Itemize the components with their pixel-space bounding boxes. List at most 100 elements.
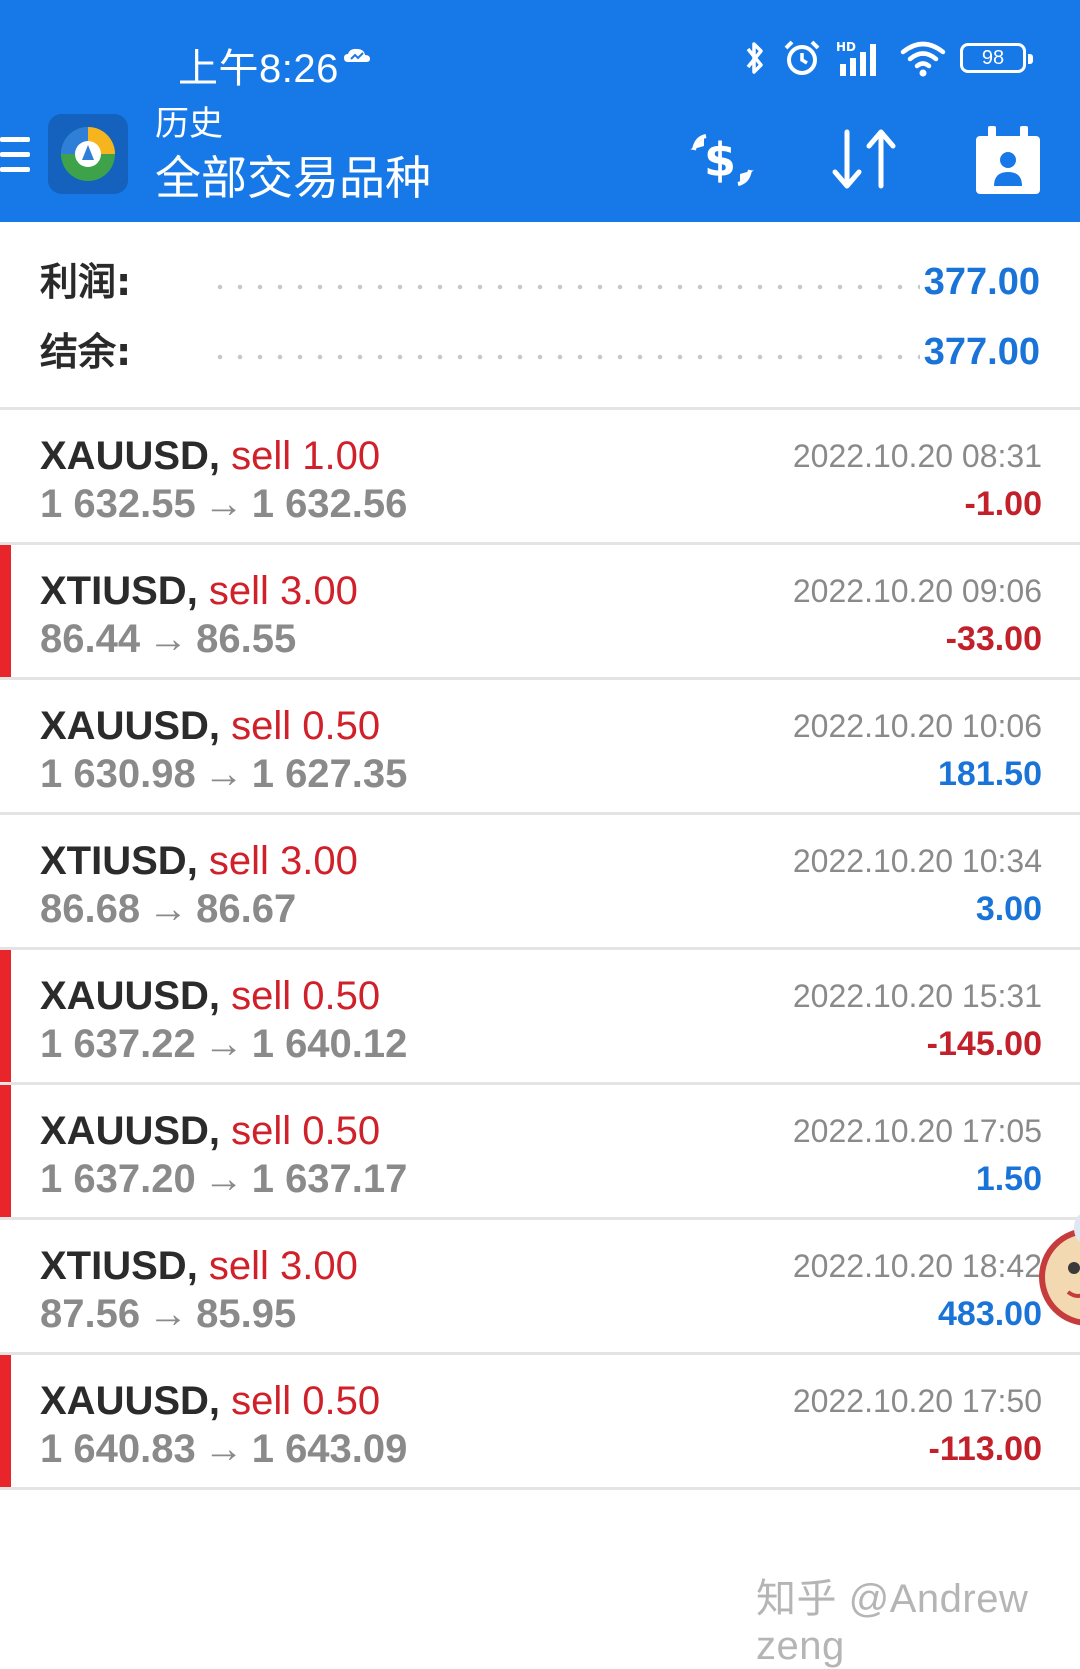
- open-price: 86.68: [40, 887, 141, 931]
- trade-time: 2022.10.20 15:31: [792, 978, 1042, 1014]
- profit-value: 377.00: [923, 261, 1040, 303]
- trade-time: 2022.10.20 18:42: [792, 1248, 1042, 1284]
- trade-title: XAUUSD, sell 0.50: [40, 702, 380, 750]
- open-price: 87.56: [40, 1292, 141, 1336]
- wifi-icon: [900, 41, 946, 77]
- trade-title: XTIUSD, sell 3.00: [40, 837, 358, 885]
- balance-value: 377.00: [923, 331, 1040, 373]
- trade-profit: -33.00: [945, 620, 1042, 658]
- open-price: 1 632.55: [40, 482, 196, 526]
- arrow-right-icon: →: [148, 1292, 189, 1336]
- balance-row: 结余: 377.00: [40, 322, 1040, 382]
- trade-side-volume: sell 3.00: [208, 1244, 358, 1288]
- open-price: 1 630.98: [40, 752, 196, 796]
- trade-profit: -145.00: [926, 1025, 1042, 1063]
- trade-time: 2022.10.20 17:50: [792, 1383, 1042, 1419]
- trade-symbol: XTIUSD: [40, 839, 187, 883]
- trade-prices: 1 630.98 → 1 627.35: [40, 750, 407, 798]
- app-bar: 上午8:26 HD 98 历史 全部交易品种 $: [0, 0, 1080, 222]
- profit-row: 利润: 377.00: [40, 252, 1040, 312]
- open-price: 1 637.22: [40, 1022, 196, 1066]
- trade-profit: 181.50: [938, 755, 1042, 793]
- arrow-right-icon: →: [203, 1157, 244, 1201]
- trade-side-volume: sell 0.50: [231, 704, 381, 748]
- trade-row[interactable]: XAUUSD, sell 0.50 1 640.83 → 1 643.09 2022.1…: [0, 1355, 1080, 1490]
- trade-row[interactable]: XTIUSD, sell 3.00 87.56 → 85.95 2022.10.20 1…: [0, 1220, 1080, 1355]
- watermark: 知乎 @Andrew zeng: [756, 1577, 1029, 1668]
- arrow-right-icon: →: [203, 1427, 244, 1471]
- arrow-right-icon: →: [148, 887, 189, 931]
- trade-title: XAUUSD, sell 0.50: [40, 1377, 380, 1425]
- trade-prices: 1 637.22 → 1 640.12: [40, 1020, 407, 1068]
- trade-row[interactable]: XTIUSD, sell 3.00 86.44 → 86.55 2022.10.20 0…: [0, 545, 1080, 680]
- trade-prices: 87.56 → 85.95: [40, 1290, 296, 1338]
- currency-exchange-icon[interactable]: $: [682, 120, 762, 200]
- battery-icon: 98: [960, 43, 1033, 73]
- trade-title: XAUUSD, sell 0.50: [40, 972, 380, 1020]
- trade-side-volume: sell 0.50: [231, 974, 381, 1018]
- close-price: 1 632.56: [251, 482, 408, 526]
- dotted-leader: [210, 284, 920, 290]
- symbol-separator: ,: [186, 569, 209, 613]
- alarm-icon: [784, 40, 820, 75]
- open-price: 1 640.83: [40, 1427, 196, 1471]
- trade-symbol: XTIUSD: [40, 1244, 187, 1288]
- trade-title: XAUUSD, sell 1.00: [40, 432, 380, 480]
- trade-profit: 1.50: [975, 1160, 1042, 1198]
- trade-prices: 86.68 → 86.67: [40, 885, 296, 933]
- symbol-separator: ,: [208, 974, 232, 1018]
- symbol-separator: ,: [186, 839, 209, 883]
- sort-icon[interactable]: [825, 120, 905, 200]
- trade-time: 2022.10.20 08:31: [792, 438, 1042, 474]
- trade-row[interactable]: XAUUSD, sell 0.50 1 630.98 → 1 627.35 2022.1…: [0, 680, 1080, 815]
- trade-side-volume: sell 0.50: [231, 1379, 381, 1423]
- menu-icon[interactable]: [0, 137, 30, 175]
- arrow-right-icon: →: [203, 1022, 244, 1066]
- trade-time: 2022.10.20 10:34: [792, 843, 1042, 879]
- close-price: 1 627.35: [251, 752, 408, 796]
- balance-label: 结余:: [40, 330, 132, 374]
- trade-prices: 86.44 → 86.55: [40, 615, 296, 663]
- status-time: 上午8:26: [178, 47, 339, 91]
- battery-level: 98: [981, 46, 1005, 69]
- open-price: 1 637.20: [40, 1157, 196, 1201]
- status-bar: 上午8:26 HD 98: [0, 0, 1080, 100]
- trade-symbol: XAUUSD: [40, 434, 209, 478]
- summary-panel: 利润: 377.00 结余: 377.00: [0, 222, 1080, 410]
- svg-text:$: $: [704, 133, 736, 187]
- trade-row[interactable]: XAUUSD, sell 0.50 1 637.20 → 1 637.17 2022.1…: [0, 1085, 1080, 1220]
- close-price: 1 640.12: [251, 1022, 408, 1066]
- trade-time: 2022.10.20 17:05: [792, 1113, 1042, 1149]
- hd-signal-icon: HD: [836, 40, 876, 76]
- header-titles: 历史 全部交易品种: [155, 104, 431, 208]
- symbol-separator: ,: [208, 704, 232, 748]
- page-title[interactable]: 全部交易品种: [155, 148, 431, 208]
- dotted-leader: [210, 354, 920, 360]
- trade-symbol: XTIUSD: [40, 569, 187, 613]
- trade-row[interactable]: XAUUSD, sell 0.50 1 637.22 → 1 640.12 2022.1…: [0, 950, 1080, 1085]
- header-subtitle: 历史: [155, 104, 223, 144]
- trade-profit: 483.00: [938, 1295, 1042, 1333]
- trade-title: XAUUSD, sell 0.50: [40, 1107, 380, 1155]
- trade-symbol: XAUUSD: [40, 974, 209, 1018]
- trade-prices: 1 632.55 → 1 632.56: [40, 480, 407, 528]
- trade-side-volume: sell 3.00: [208, 839, 358, 883]
- floating-sticker-icon[interactable]: [1038, 1212, 1080, 1342]
- trade-side-volume: sell 1.00: [231, 434, 381, 478]
- trade-side-volume: sell 0.50: [231, 1109, 381, 1153]
- trade-profit: -113.00: [928, 1430, 1042, 1468]
- trade-symbol: XAUUSD: [40, 1379, 209, 1423]
- symbol-separator: ,: [208, 434, 232, 478]
- arrow-right-icon: →: [203, 752, 244, 796]
- close-price: 85.95: [196, 1292, 297, 1336]
- calendar-person-icon[interactable]: [968, 120, 1048, 200]
- symbol-separator: ,: [186, 1244, 209, 1288]
- logo-mark-icon: [48, 114, 128, 194]
- arrow-right-icon: →: [148, 617, 189, 661]
- trade-row[interactable]: XAUUSD, sell 1.00 1 632.55 → 1 632.56 2022.1…: [0, 410, 1080, 545]
- close-price: 86.55: [196, 617, 297, 661]
- trade-title: XTIUSD, sell 3.00: [40, 567, 358, 615]
- status-icons: HD 98: [742, 36, 1033, 80]
- symbol-separator: ,: [208, 1109, 232, 1153]
- trade-row[interactable]: XTIUSD, sell 3.00 86.68 → 86.67 2022.10.20 1…: [0, 815, 1080, 950]
